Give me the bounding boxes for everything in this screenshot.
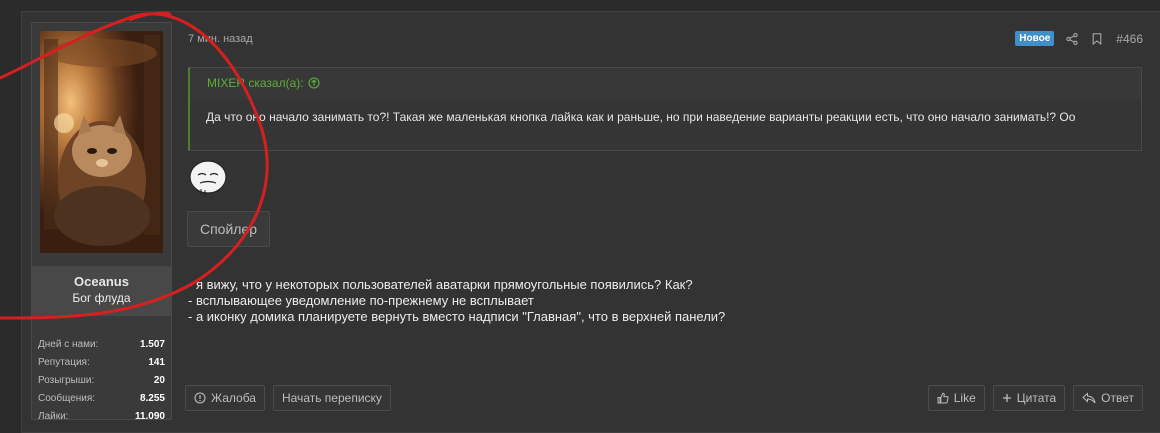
stat-value: 11.090 [134,410,165,422]
post-actions-left: Жалоба Начать переписку [185,385,391,411]
stat-label: Репутация: [38,356,90,368]
report-button[interactable]: Жалоба [185,385,265,411]
reply-icon [1082,392,1096,404]
avatar[interactable] [40,31,163,253]
message-line: - всплывающее уведомление по-прежнему не… [188,293,534,308]
quote-text: Да что оно начало занимать то?! Такая же… [190,100,1141,150]
stat-row: Сообщения: 8.255 [32,389,171,407]
post-actions-right: Like Цитата Ответ [927,385,1143,411]
quote-block: MIXER сказал(а): Да что оно начало заним… [188,67,1142,151]
message-line: - я вижу, что у некоторых пользователей … [188,277,693,292]
plus-icon [1002,394,1011,402]
post-time[interactable]: 7 мин. назад [188,33,253,45]
quote-header[interactable]: MIXER сказал(а): [207,76,320,90]
stat-value: 20 [153,374,165,386]
stat-row: Лайки: 11.090 [32,407,171,425]
stat-value: 1.507 [139,338,165,350]
like-label: Like [953,391,976,405]
alert-circle-icon [194,392,206,404]
report-label: Жалоба [211,391,256,405]
reply-button[interactable]: Ответ [1073,385,1143,411]
stat-row: Розыгрыши: 20 [32,371,171,389]
user-title: Бог флуда [72,291,131,305]
stat-label: Сообщения: [38,392,96,404]
stat-value[interactable]: 141 [148,357,165,368]
meme-face-icon [187,159,229,204]
stat-label: Дней с нами: [38,338,99,350]
quote-label: Цитата [1016,391,1057,405]
thumbs-up-icon [937,392,949,404]
stat-label: Розыгрыши: [38,374,95,386]
arrow-up-circle-icon[interactable] [308,77,320,89]
new-badge: Новое [1015,31,1055,46]
avatar-image [40,31,163,253]
quote-author[interactable]: MIXER сказал(а): [207,76,304,90]
message-line: - а иконку домика планируете вернуть вме… [188,309,726,324]
user-info: Oceanus Бог флуда [32,266,171,316]
post-meta: Новое #466 [1015,31,1143,46]
stat-value[interactable]: 8.255 [140,393,165,404]
share-icon[interactable] [1066,32,1078,45]
like-button[interactable]: Like [927,385,985,411]
bookmark-icon[interactable] [1092,32,1102,45]
user-stats: Дней с нами: 1.507 Репутация: 141 Розыгр… [32,335,171,425]
spoiler-button[interactable]: Спойлер [187,211,270,247]
stat-row: Дней с нами: 1.507 [32,335,171,353]
reply-label: Ответ [1101,391,1134,405]
stat-label: Лайки: [38,410,69,422]
post-container: Oceanus Бог флуда Дней с нами: 1.507 Реп… [21,11,1160,433]
quote-button[interactable]: Цитата [992,385,1066,411]
post-number[interactable]: #466 [1116,32,1143,46]
start-conversation-label: Начать переписку [281,391,382,405]
stat-row: Репутация: 141 [32,353,171,371]
post-body: - я вижу, что у некоторых пользователей … [188,277,725,325]
user-sidebar: Oceanus Бог флуда Дней с нами: 1.507 Реп… [31,22,172,422]
start-conversation-button[interactable]: Начать переписку [272,385,391,411]
username[interactable]: Oceanus [32,274,171,289]
